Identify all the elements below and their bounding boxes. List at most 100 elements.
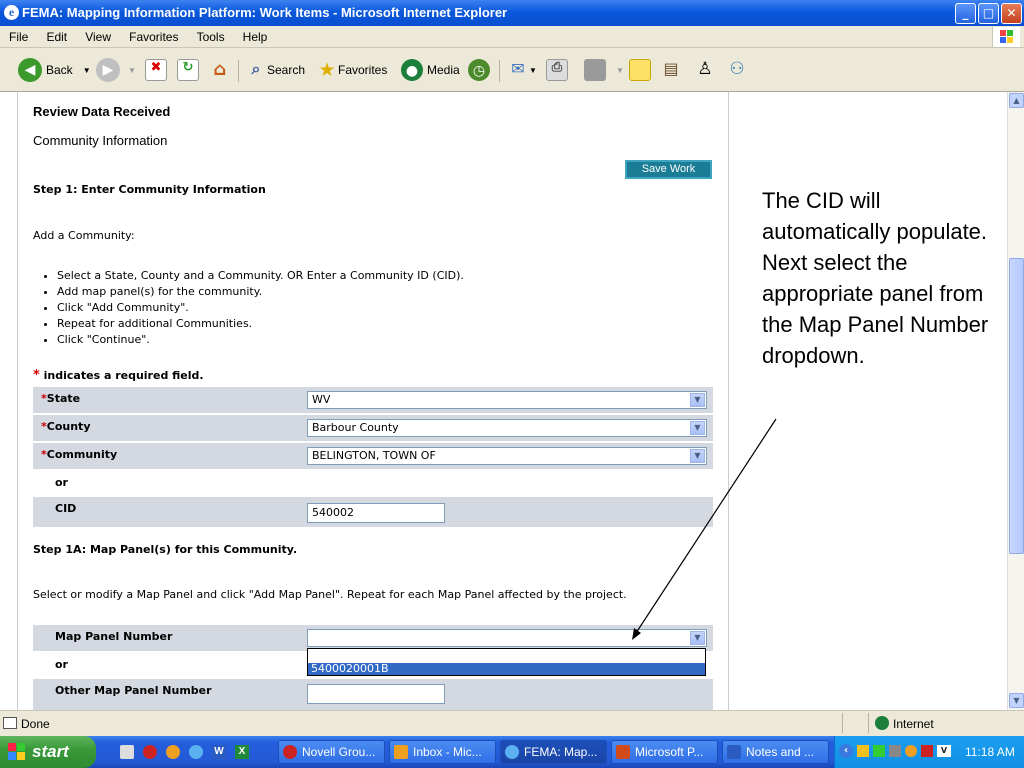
task-inbox[interactable]: Inbox - Mic... <box>389 740 496 764</box>
start-label: start <box>32 742 69 761</box>
search-button[interactable]: ⌕ Search <box>245 56 306 84</box>
research-button[interactable]: ▤ <box>660 56 682 84</box>
title-bar: e FEMA: Mapping Information Platform: Wo… <box>0 0 1024 26</box>
minimize-button[interactable]: _ <box>955 3 976 24</box>
mail-icon: ✉ <box>511 59 525 78</box>
history-button[interactable]: ◷ <box>468 56 494 84</box>
tray-app-icon[interactable] <box>889 745 901 757</box>
contacts-button[interactable]: ⚇ <box>726 56 748 84</box>
task-label: FEMA: Map... <box>524 745 598 759</box>
windows-logo-icon <box>992 27 1020 47</box>
back-dropdown-icon[interactable]: ▼ <box>83 66 91 75</box>
menu-edit[interactable]: Edit <box>46 30 67 44</box>
novell-icon <box>283 745 297 759</box>
tray-app-icon[interactable] <box>921 745 933 757</box>
tray-app-icon[interactable] <box>857 745 869 757</box>
home-icon: ⌂ <box>213 59 227 80</box>
word-icon <box>727 745 741 759</box>
status-text: Done <box>21 717 50 731</box>
toolbar-separator <box>499 60 500 82</box>
edit-icon <box>584 59 606 81</box>
forward-arrow-icon: ▶ <box>96 58 120 82</box>
quicklaunch-groupwise-icon[interactable] <box>166 745 180 759</box>
menu-favorites[interactable]: Favorites <box>129 30 178 44</box>
page-done-icon <box>3 717 17 729</box>
print-button[interactable]: ⎙ <box>546 56 568 84</box>
task-fema[interactable]: FEMA: Map... <box>500 740 607 764</box>
internet-globe-icon <box>875 716 889 730</box>
callout-arrow <box>632 418 777 640</box>
quicklaunch-novell-icon[interactable] <box>143 745 157 759</box>
menu-file[interactable]: File <box>9 30 28 44</box>
ie-icon <box>505 745 519 759</box>
media-label: Media <box>427 63 460 77</box>
clock: 11:18 AM <box>965 745 1015 759</box>
mail-button[interactable]: ✉ ▼ <box>507 56 537 84</box>
edit-dropdown-icon[interactable]: ▼ <box>616 66 624 75</box>
scroll-down-icon[interactable]: ▼ <box>1009 693 1024 708</box>
zone-text: Internet <box>893 717 934 731</box>
menu-view[interactable]: View <box>85 30 111 44</box>
maximize-button[interactable]: □ <box>978 3 999 24</box>
taskbar: start W X Novell Grou... Inbox - Mic... … <box>0 736 1024 768</box>
status-divider <box>842 713 843 733</box>
task-label: Novell Grou... <box>302 745 376 759</box>
close-button[interactable]: ✕ <box>1001 3 1022 24</box>
messenger-button[interactable]: ♙ <box>694 56 716 84</box>
task-novell[interactable]: Novell Grou... <box>278 740 385 764</box>
messenger-person-icon: ♙ <box>697 59 713 79</box>
edit-button[interactable]: ▼ <box>584 56 624 84</box>
windows-flag-icon <box>8 743 26 761</box>
task-notes[interactable]: Notes and ... <box>722 740 829 764</box>
ie-icon: e <box>4 5 19 20</box>
favorites-label: Favorites <box>338 63 388 77</box>
scroll-up-icon[interactable]: ▲ <box>1009 93 1024 108</box>
search-label: Search <box>267 63 306 77</box>
favorites-star-icon: ★ <box>318 59 336 81</box>
menu-bar: File Edit View Favorites Tools Help <box>0 26 1024 48</box>
scroll-thumb[interactable] <box>1009 258 1024 554</box>
browser-content: Review Data Received Community Informati… <box>0 92 1007 710</box>
tray-app-icon[interactable] <box>905 745 917 757</box>
history-icon: ◷ <box>468 59 490 81</box>
task-label: Inbox - Mic... <box>413 745 482 759</box>
refresh-button[interactable]: ↻ <box>177 56 199 84</box>
task-label: Microsoft P... <box>635 745 704 759</box>
home-button[interactable]: ⌂ <box>209 56 231 84</box>
contacts-people-icon: ⚇ <box>729 59 745 79</box>
favorites-button[interactable]: ★ Favorites <box>316 56 387 84</box>
status-bar: Done Internet <box>0 710 1024 736</box>
groupwise-icon <box>394 745 408 759</box>
research-books-icon: ▤ <box>663 59 679 78</box>
print-icon: ⎙ <box>546 59 568 81</box>
status-divider <box>868 713 869 733</box>
quicklaunch-word-icon[interactable]: W <box>212 745 226 759</box>
back-button[interactable]: ◀ Back ▼ <box>18 56 91 84</box>
toolbar-separator <box>238 60 239 82</box>
vertical-scrollbar[interactable]: ▲ ▼ <box>1007 92 1024 710</box>
search-icon: ⌕ <box>251 59 261 78</box>
stop-button[interactable]: ✖ <box>145 56 167 84</box>
quicklaunch-desktop-icon[interactable] <box>120 745 134 759</box>
refresh-icon: ↻ <box>177 59 199 81</box>
mail-dropdown-icon[interactable]: ▼ <box>529 66 537 75</box>
menu-help[interactable]: Help <box>243 30 268 44</box>
forward-button[interactable]: ▶ ▼ <box>96 56 136 84</box>
back-label: Back <box>46 63 73 77</box>
note-icon <box>629 59 651 81</box>
stop-icon: ✖ <box>145 59 167 81</box>
start-button[interactable]: start <box>0 736 96 768</box>
back-arrow-icon: ◀ <box>18 58 42 82</box>
tray-network-icon[interactable] <box>873 745 885 757</box>
tray-app-icon[interactable]: V <box>937 745 951 757</box>
forward-dropdown-icon[interactable]: ▼ <box>128 66 136 75</box>
media-globe-icon: ● <box>401 59 423 81</box>
task-label: Notes and ... <box>746 745 815 759</box>
menu-tools[interactable]: Tools <box>197 30 225 44</box>
quicklaunch-excel-icon[interactable]: X <box>235 745 249 759</box>
task-powerpoint[interactable]: Microsoft P... <box>611 740 718 764</box>
note-button[interactable] <box>629 56 651 84</box>
tray-expand-icon[interactable]: ‹ <box>839 744 853 758</box>
media-button[interactable]: ● Media <box>401 56 460 84</box>
quicklaunch-ie-icon[interactable] <box>189 745 203 759</box>
